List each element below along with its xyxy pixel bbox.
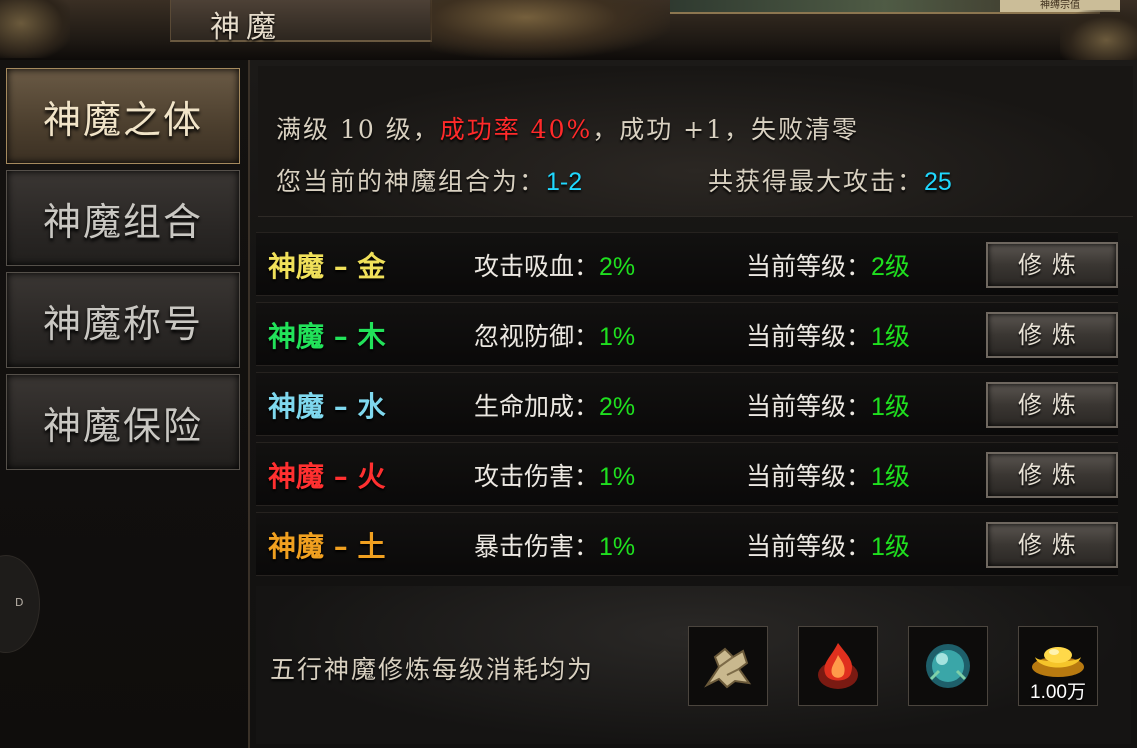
element-level: 当前等级：1级 [746, 457, 910, 493]
element-row-fire: 神魔 – 火 攻击伤害：1% 当前等级：1级 修炼 [256, 442, 1118, 506]
element-level: 当前等级：1级 [746, 387, 910, 423]
level-label: 当前等级： [746, 253, 872, 281]
attr-label: 攻击吸血： [474, 253, 600, 281]
element-row-water: 神魔 – 水 生命加成：2% 当前等级：1级 修炼 [256, 372, 1118, 436]
attack-label: 共获得最大攻击： [708, 167, 925, 196]
level-label: 当前等级： [746, 323, 872, 351]
attr-value: 1% [599, 323, 636, 351]
element-level: 当前等级：1级 [746, 317, 910, 353]
cost-item-2[interactable] [798, 626, 878, 706]
cost-item-4[interactable]: 1.00万 [1018, 626, 1098, 706]
element-name: 神魔 – 土 [268, 530, 386, 563]
train-button-gold[interactable]: 修炼 [986, 242, 1118, 288]
element-attr: 忽视防御：1% [474, 317, 635, 353]
rule-suffix: ，成功 +1，失败清零 [592, 115, 860, 144]
flame-crystal-icon [818, 643, 858, 689]
sidebar-tab-body[interactable]: 神魔之体 [6, 68, 240, 164]
sidebar-tab-title[interactable]: 神魔称号 [6, 272, 240, 368]
element-row-gold: 神魔 – 金 攻击吸血：2% 当前等级：2级 修炼 [256, 232, 1118, 296]
info-box: 满级 10 级，成功率 40%，成功 +1，失败清零 您当前的神魔组合为：1-2… [258, 66, 1133, 217]
element-name: 神魔 – 金 [268, 250, 386, 283]
window-title: 神魔 [210, 10, 282, 45]
attr-label: 忽视防御： [474, 323, 600, 351]
train-button-wood[interactable]: 修炼 [986, 312, 1118, 358]
dragon-ornament-left [0, 0, 70, 58]
rule-text: 满级 10 级，成功率 40%，成功 +1，失败清零 [276, 110, 859, 146]
attr-label: 攻击伤害： [474, 463, 600, 491]
level-value: 1级 [871, 463, 910, 491]
train-button-water[interactable]: 修炼 [986, 382, 1118, 428]
bone-material-icon [704, 647, 752, 689]
sidebar: 神魔之体 神魔组合 神魔称号 神魔保险 D [0, 60, 250, 748]
attack-value: 25 [924, 168, 952, 196]
element-level: 当前等级：1级 [746, 527, 910, 563]
combo-label: 您当前的神魔组合为： [276, 167, 547, 196]
level-label: 当前等级： [746, 463, 872, 491]
dragon-ornament-center [430, 0, 670, 58]
element-name: 神魔 – 火 [268, 460, 386, 493]
level-value: 1级 [871, 533, 910, 561]
cost-item-1[interactable] [688, 626, 768, 706]
cost-area: 五行神魔修炼每级消耗均为 1.00万 [256, 586, 1131, 744]
level-value: 1级 [871, 393, 910, 421]
main-panel: 满级 10 级，成功率 40%，成功 +1，失败清零 您当前的神魔组合为：1-2… [250, 60, 1137, 748]
cost-label: 五行神魔修炼每级消耗均为 [270, 655, 595, 684]
level-value: 1级 [871, 323, 910, 351]
sidebar-tab-combo[interactable]: 神魔组合 [6, 170, 240, 266]
element-name: 神魔 – 水 [268, 390, 386, 423]
sidebar-tab-insurance[interactable]: 神魔保险 [6, 374, 240, 470]
top-banner: 神魔 神缚宗值 [0, 0, 1137, 62]
element-attr: 生命加成：2% [474, 387, 635, 423]
element-level: 当前等级：2级 [746, 247, 910, 283]
combo-line: 您当前的神魔组合为：1-2 [276, 162, 582, 198]
attr-value: 1% [599, 463, 636, 491]
element-attr: 攻击伤害：1% [474, 457, 635, 493]
combo-value: 1-2 [546, 168, 583, 196]
dragon-ornament-right [1060, 10, 1137, 60]
attr-label: 暴击伤害： [474, 533, 600, 561]
level-label: 当前等级： [746, 533, 872, 561]
side-round-button[interactable]: D [0, 555, 40, 653]
attack-line: 共获得最大攻击：25 [708, 162, 952, 198]
attr-value: 2% [599, 393, 636, 421]
attr-label: 生命加成： [474, 393, 600, 421]
element-attr: 攻击吸血：2% [474, 247, 635, 283]
element-row-wood: 神魔 – 木 忽视防御：1% 当前等级：1级 修炼 [256, 302, 1118, 366]
cost-amount: 1.00万 [1030, 682, 1086, 703]
train-button-earth[interactable]: 修炼 [986, 522, 1118, 568]
level-label: 当前等级： [746, 393, 872, 421]
attr-value: 2% [599, 253, 636, 281]
train-button-fire[interactable]: 修炼 [986, 452, 1118, 498]
attr-value: 1% [599, 533, 636, 561]
element-name: 神魔 – 木 [268, 320, 386, 353]
level-value: 2级 [871, 253, 910, 281]
jade-orb-icon [926, 644, 970, 688]
rule-prefix: 满级 10 级， [276, 115, 440, 144]
cost-item-3[interactable] [908, 626, 988, 706]
element-row-earth: 神魔 – 土 暴击伤害：1% 当前等级：1级 修炼 [256, 512, 1118, 576]
element-attr: 暴击伤害：1% [474, 527, 635, 563]
success-rate: 成功率 40% [439, 115, 593, 144]
side-round-button-label: D [15, 596, 24, 609]
